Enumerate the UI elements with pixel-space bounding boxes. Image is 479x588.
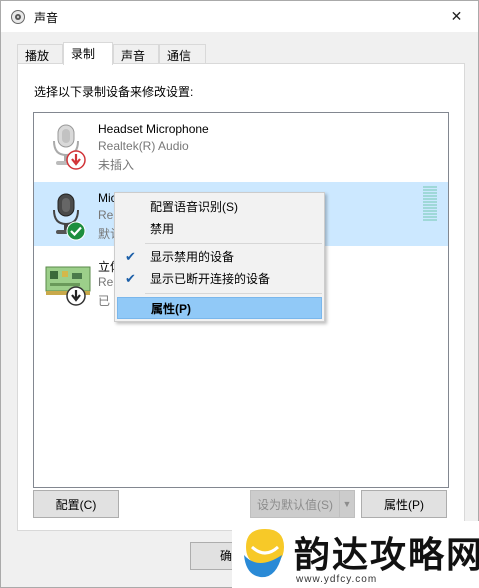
close-button[interactable]: ✕ [434, 1, 479, 32]
device-name: Headset Microphone [98, 122, 209, 136]
menu-item-show-disabled[interactable]: ✔ 显示禁用的设备 [117, 246, 322, 268]
device-driver: Re [98, 208, 114, 222]
device-driver: Realtek(R) Audio [98, 139, 189, 153]
menu-item-properties[interactable]: 属性(P) [117, 297, 322, 319]
level-meter [423, 186, 437, 228]
menu-item-show-disconnected[interactable]: ✔ 显示已断开连接的设备 [117, 268, 322, 290]
tab-sounds[interactable]: 声音 [113, 44, 159, 64]
device-status: 已 [98, 294, 111, 308]
disconnected-badge-icon [66, 286, 86, 306]
menu-item-label: 禁用 [150, 222, 175, 236]
watermark-text: 韵达攻略网 [294, 534, 479, 576]
title-bar: 声音 ✕ [1, 1, 478, 32]
menu-item-label: 显示已断开连接的设备 [150, 272, 271, 286]
set-default-button[interactable]: 设为默认值(S) [250, 490, 340, 518]
properties-button[interactable]: 属性(P) [361, 490, 447, 518]
device-driver: Re [98, 275, 114, 289]
close-icon: ✕ [450, 8, 463, 24]
window-title: 声音 [34, 11, 59, 25]
menu-item-label: 显示禁用的设备 [150, 250, 235, 264]
checkmark-icon: ✔ [125, 271, 136, 286]
checkmark-icon: ✔ [125, 249, 136, 264]
device-status: 未插入 [98, 158, 135, 172]
menu-item-label: 属性(P) [151, 302, 191, 316]
set-default-dropdown-button[interactable]: ▼ [339, 490, 355, 518]
sound-dialog: 声音 ✕ 播放 录制 声音 通信 选择以下录制设备来修改设置: Headset … [0, 0, 479, 588]
menu-item-configure-speech[interactable]: 配置语音识别(S) [117, 196, 322, 218]
speaker-icon [11, 10, 25, 24]
default-device-check-icon [66, 221, 86, 241]
chevron-down-icon: ▼ [342, 499, 352, 509]
instruction-text: 选择以下录制设备来修改设置: [34, 85, 194, 99]
menu-separator [145, 293, 322, 294]
menu-item-label: 配置语音识别(S) [150, 200, 238, 214]
menu-separator [145, 243, 322, 244]
disconnected-badge-icon [66, 150, 86, 170]
device-item-headset-microphone[interactable]: Headset Microphone Realtek(R) Audio 未插入 [34, 113, 448, 177]
watermark-url: www.ydfcy.com [296, 574, 378, 585]
configure-button[interactable]: 配置(C) [33, 490, 119, 518]
tab-recording[interactable]: 录制 [63, 42, 113, 65]
watermark: 韵达攻略网 www.ydfcy.com [232, 521, 479, 588]
watermark-logo-icon [244, 529, 284, 578]
menu-item-disable[interactable]: 禁用 [117, 218, 322, 240]
tab-playback[interactable]: 播放 [17, 44, 63, 64]
tab-communications[interactable]: 通信 [159, 44, 206, 64]
context-menu: 配置语音识别(S) 禁用 ✔ 显示禁用的设备 ✔ 显示已断开连接的设备 属性(P… [114, 192, 325, 322]
